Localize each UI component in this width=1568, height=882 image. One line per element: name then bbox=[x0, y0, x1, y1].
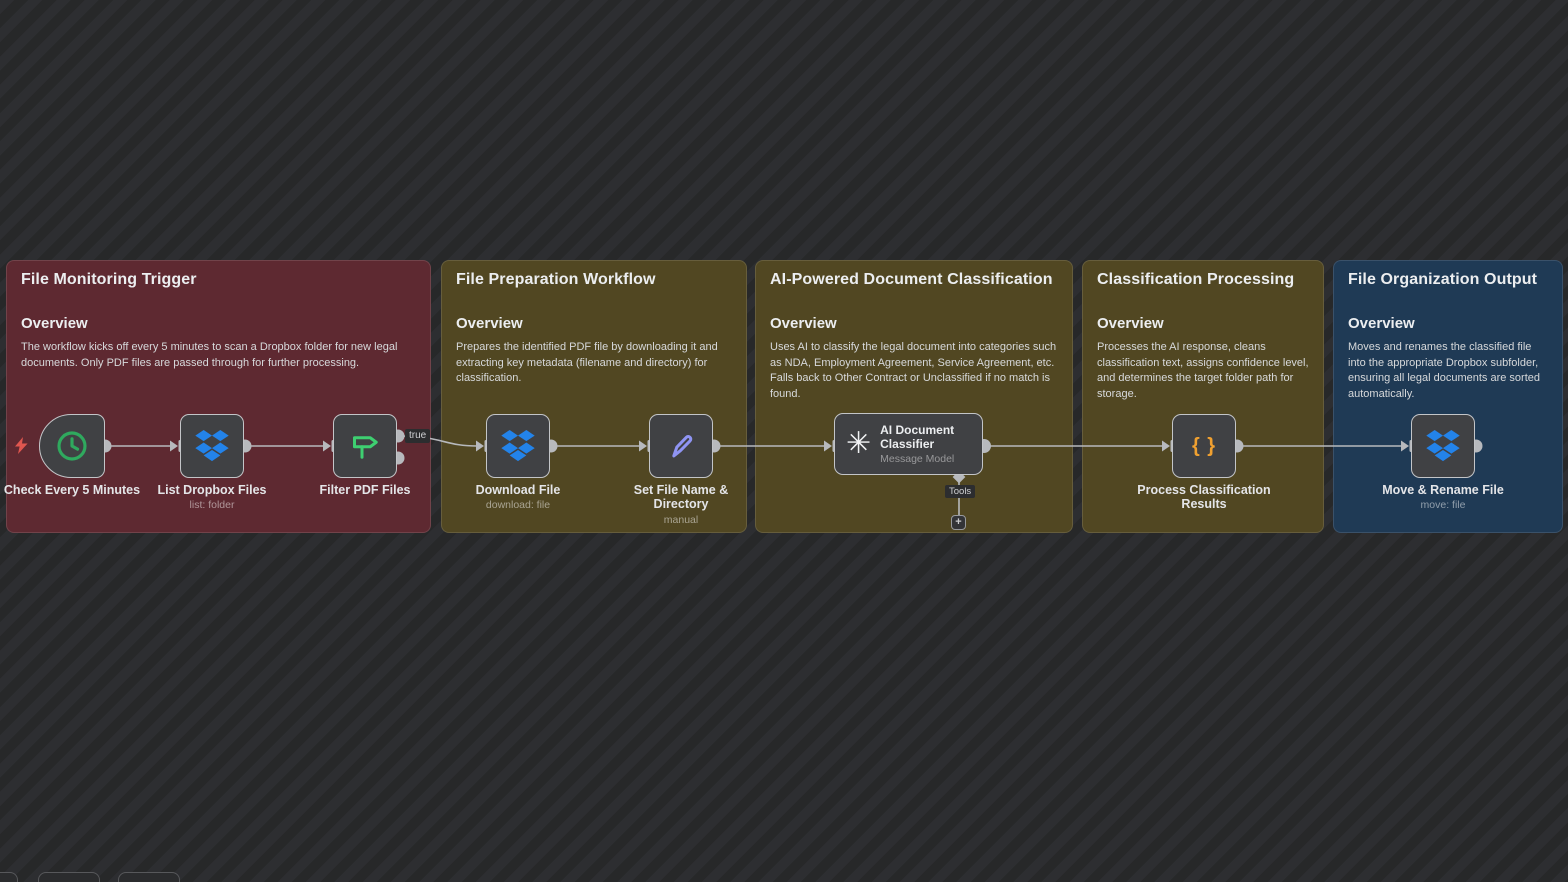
overview-heading: Overview bbox=[1097, 315, 1309, 332]
branch-label-true: true bbox=[405, 429, 430, 443]
workflow-canvas[interactable]: File Monitoring Trigger Overview The wor… bbox=[0, 0, 1568, 882]
node-label: Process Classification Results bbox=[1114, 483, 1294, 512]
dropbox-icon bbox=[501, 430, 535, 462]
dropbox-icon bbox=[195, 430, 229, 462]
node-ai-document-classifier[interactable]: ✳ AI Document Classifier Message Model bbox=[834, 413, 983, 475]
add-tool-button[interactable]: + bbox=[951, 515, 966, 530]
code-icon: { } bbox=[1192, 435, 1216, 458]
node-label: Set File Name & Directory manual bbox=[591, 483, 771, 526]
node-set-file-name-directory[interactable] bbox=[649, 414, 713, 478]
node-process-classification-results[interactable]: { } bbox=[1172, 414, 1236, 478]
node-subtitle: Message Model bbox=[880, 453, 974, 465]
sticky-title: File Monitoring Trigger bbox=[21, 271, 416, 289]
overview-heading: Overview bbox=[456, 315, 732, 332]
overview-body: Prepares the identified PDF file by down… bbox=[456, 340, 732, 387]
clock-icon bbox=[53, 427, 91, 465]
sticky-title: File Preparation Workflow bbox=[456, 271, 732, 289]
overview-body: Moves and renames the classified file in… bbox=[1348, 340, 1548, 402]
overview-heading: Overview bbox=[1348, 315, 1548, 332]
node-label: Move & Rename File move: file bbox=[1353, 483, 1533, 511]
node-move-rename-file[interactable] bbox=[1411, 414, 1475, 478]
dropbox-icon bbox=[1426, 430, 1460, 462]
bottom-toolbar-button-3[interactable] bbox=[118, 872, 180, 882]
pencil-icon bbox=[663, 428, 699, 464]
overview-body: Processes the AI response, cleans classi… bbox=[1097, 340, 1309, 402]
bottom-toolbar-button-1[interactable] bbox=[0, 872, 18, 882]
node-label: Download File download: file bbox=[428, 483, 608, 511]
switch-icon bbox=[347, 428, 383, 464]
overview-heading: Overview bbox=[21, 315, 416, 332]
openai-icon: ✳ bbox=[846, 429, 871, 459]
node-title: AI Document Classifier bbox=[880, 423, 974, 452]
sticky-title: AI-Powered Document Classification bbox=[770, 271, 1058, 289]
tools-port-label: Tools bbox=[945, 485, 975, 498]
sticky-title: Classification Processing bbox=[1097, 271, 1309, 289]
node-list-dropbox-files[interactable] bbox=[180, 414, 244, 478]
node-check-every-5-minutes[interactable] bbox=[39, 414, 105, 478]
node-download-file[interactable] bbox=[486, 414, 550, 478]
overview-heading: Overview bbox=[770, 315, 1058, 332]
sticky-note-ai-document-classification[interactable]: AI-Powered Document Classification Overv… bbox=[755, 260, 1073, 533]
overview-body: Uses AI to classify the legal document i… bbox=[770, 340, 1058, 402]
node-filter-pdf-files[interactable] bbox=[333, 414, 397, 478]
trigger-bolt-icon bbox=[15, 437, 28, 454]
sticky-title: File Organization Output bbox=[1348, 271, 1548, 289]
overview-body: The workflow kicks off every 5 minutes t… bbox=[21, 340, 416, 371]
bottom-toolbar-button-2[interactable] bbox=[38, 872, 100, 882]
